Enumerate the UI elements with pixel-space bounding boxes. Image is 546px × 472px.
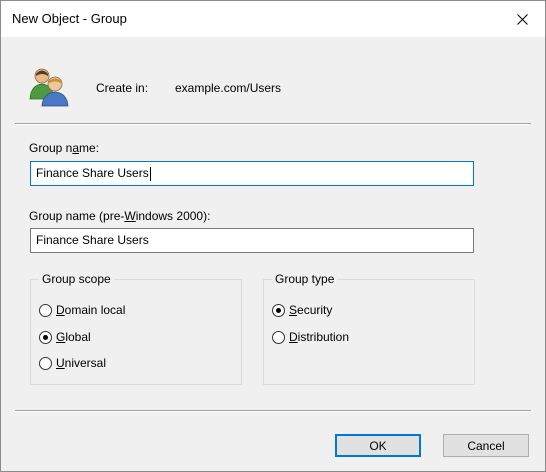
title-bar: New Object - Group — [1, 1, 545, 37]
group-type-groupbox: Group type Security Distribution — [263, 272, 475, 385]
radio-label: Global — [56, 330, 91, 344]
top-separator — [15, 123, 531, 125]
scope-global-radio[interactable]: Global — [39, 330, 91, 344]
create-in-path: example.com/Users — [175, 81, 282, 95]
group-scope-groupbox: Group scope Domain local Global Universa… — [30, 272, 242, 385]
group-name-input[interactable]: Finance Share Users — [30, 161, 474, 186]
radio-circle[interactable] — [39, 303, 52, 317]
bottom-separator — [15, 410, 531, 412]
window-title: New Object - Group — [12, 11, 127, 26]
new-object-group-dialog: New Object - Group Create in: example.co… — [0, 0, 546, 472]
group-name-label: Group name: — [29, 141, 100, 155]
cancel-button[interactable]: Cancel — [443, 434, 529, 457]
scope-domain-local-radio[interactable]: Domain local — [39, 303, 125, 317]
radio-circle[interactable] — [39, 356, 52, 370]
users-group-icon — [29, 68, 69, 107]
group-name-pre2000-label: Group name (pre-Windows 2000): — [29, 209, 211, 223]
scope-universal-radio[interactable]: Universal — [39, 356, 106, 370]
close-icon — [516, 13, 528, 25]
group-name-pre2000-input[interactable]: Finance Share Users — [30, 228, 474, 253]
type-distribution-radio[interactable]: Distribution — [272, 330, 349, 344]
text-caret — [149, 166, 151, 181]
ok-button[interactable]: OK — [335, 434, 421, 457]
radio-label: Distribution — [289, 330, 350, 344]
radio-circle[interactable] — [272, 330, 285, 344]
radio-circle-selected[interactable] — [39, 330, 52, 344]
create-in-label: Create in: — [96, 81, 149, 95]
radio-label: Security — [289, 303, 333, 317]
group-scope-title: Group scope — [39, 272, 114, 286]
type-security-radio[interactable]: Security — [272, 303, 332, 317]
radio-circle-selected[interactable] — [272, 303, 285, 317]
close-button[interactable] — [499, 1, 545, 37]
radio-label: Domain local — [56, 303, 126, 317]
dialog-content: Create in: example.com/Users Group name:… — [1, 37, 545, 471]
group-type-title: Group type — [272, 272, 338, 286]
radio-label: Universal — [56, 356, 107, 370]
